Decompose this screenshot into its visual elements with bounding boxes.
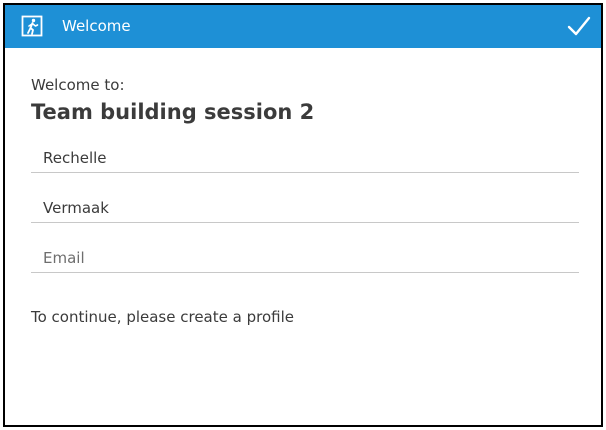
window-title: Welcome bbox=[62, 17, 131, 35]
welcome-label: Welcome to: bbox=[31, 76, 125, 94]
continue-instruction: To continue, please create a profile bbox=[31, 308, 294, 326]
last-name-field[interactable] bbox=[31, 193, 579, 223]
checkmark-icon[interactable] bbox=[567, 15, 591, 37]
exit-door-icon bbox=[21, 15, 43, 37]
welcome-window: Welcome Welcome to: Team building sessio… bbox=[3, 3, 603, 427]
title-bar: Welcome bbox=[5, 5, 601, 48]
session-title: Team building session 2 bbox=[31, 100, 315, 124]
first-name-field[interactable] bbox=[31, 143, 579, 173]
email-field[interactable] bbox=[31, 243, 579, 273]
